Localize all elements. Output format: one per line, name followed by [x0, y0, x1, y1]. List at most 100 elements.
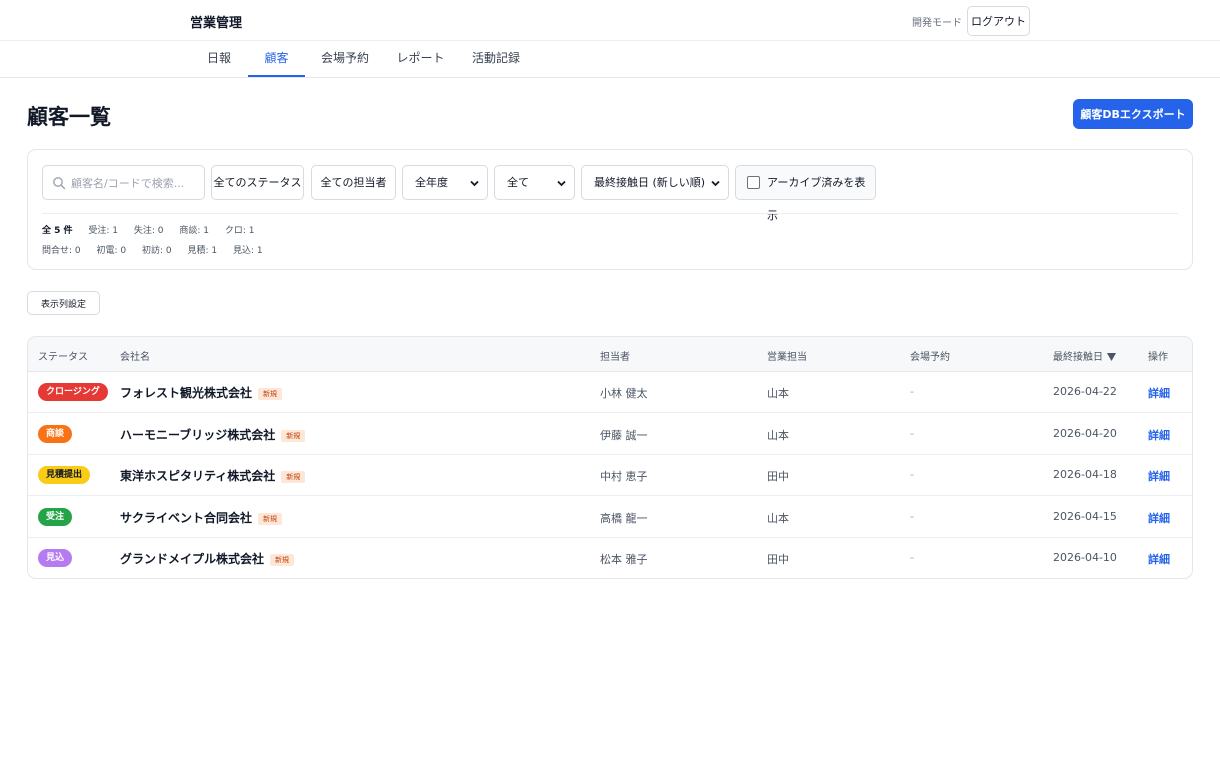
status-counts-row-2: 問合せ: 0 初電: 0 初訪: 0 見積: 1 見込: 1	[42, 243, 276, 256]
count-first-visit: 初訪: 0	[142, 246, 172, 256]
company-name-text: フォレスト観光株式会社	[120, 386, 252, 400]
header-last-contact-label: 最終接触日	[1053, 352, 1103, 363]
top-bar: 営業管理 開発モード ログアウト	[0, 0, 1220, 41]
venue-booking: -	[910, 551, 914, 564]
header-company: 会社名	[120, 348, 150, 363]
sales-rep: 山本	[767, 427, 789, 443]
new-tag: 新規	[258, 388, 282, 400]
count-negotiation: 商談: 1	[179, 226, 209, 236]
company-name-text: グランドメイプル株式会社	[120, 552, 264, 566]
filter-panel: 全てのステータス 全ての担当者 全年度 全て 最終接触日 (新しい順) アーカイ…	[27, 149, 1193, 270]
app-title: 営業管理	[190, 12, 242, 31]
search-icon	[52, 176, 66, 190]
last-contact-date: 2026-04-10	[1053, 551, 1117, 564]
header-venue: 会場予約	[910, 348, 950, 363]
new-tag: 新規	[258, 513, 282, 525]
scope-value: 全て	[507, 176, 529, 189]
header-actions: 操作	[1148, 348, 1168, 363]
new-tag: 新規	[281, 430, 305, 442]
company-name: フォレスト観光株式会社新規	[120, 384, 282, 401]
count-closing: クロ: 1	[225, 226, 255, 236]
table-row: 受注サクライベント合同会社新規高橋 龍一山本-2026-04-15詳細	[28, 497, 1193, 538]
contact-name: 小林 健太	[600, 385, 648, 401]
count-estimate: 見積: 1	[188, 246, 218, 256]
sales-rep: 田中	[767, 551, 789, 567]
detail-link[interactable]: 詳細	[1148, 551, 1170, 567]
logout-button[interactable]: ログアウト	[967, 6, 1030, 36]
chevron-down-icon	[711, 179, 720, 188]
venue-booking: -	[910, 468, 914, 481]
sales-rep: 山本	[767, 385, 789, 401]
sales-rep: 山本	[767, 510, 789, 526]
table-row: 見積提出 東洋ホスピタリティ株式会社新規 中村 恵子 田中 - 2026-04-18 詳細	[28, 455, 1193, 496]
table-header: ステータス 会社名 担当者 営業担当 会場予約 最終接触日 操作	[28, 337, 1193, 372]
search-box	[42, 165, 205, 200]
status-badge: クロージング	[38, 383, 108, 401]
company-name-text: ハーモニーブリッジ株式会社	[120, 428, 275, 442]
contact-name: 伊藤 誠一	[600, 427, 648, 443]
last-contact-date: 2026-04-22	[1053, 385, 1117, 398]
status-counts-row-1: 全 5 件 受注: 1 失注: 0 商談: 1 クロ: 1	[42, 223, 268, 236]
page-title: 顧客一覧	[27, 101, 111, 131]
contact-name: 松本 雅子	[600, 551, 648, 567]
contact-name: 中村 恵子	[600, 468, 648, 484]
tab-venue-booking[interactable]: 会場予約	[312, 41, 378, 77]
header-status: ステータス	[38, 348, 88, 363]
detail-link[interactable]: 詳細	[1148, 510, 1170, 526]
detail-link[interactable]: 詳細	[1148, 427, 1170, 443]
last-contact-date: 2026-04-20	[1053, 427, 1117, 440]
company-name-text: サクライベント合同会社	[120, 511, 252, 525]
detail-link[interactable]: 詳細	[1148, 385, 1170, 401]
count-lost: 失注: 0	[134, 226, 164, 236]
fiscal-year-select[interactable]: 全年度	[402, 165, 488, 200]
fiscal-year-value: 全年度	[415, 176, 448, 189]
last-contact-date: 2026-04-18	[1053, 468, 1117, 481]
status-badge: 受注	[38, 508, 72, 526]
status-badge: 商談	[38, 425, 72, 443]
status-filter-button[interactable]: 全てのステータス	[211, 165, 304, 200]
down-triangle-icon	[1107, 353, 1116, 361]
venue-booking: -	[910, 510, 914, 523]
export-db-button[interactable]: 顧客DBエクスポート	[1073, 99, 1193, 129]
dev-mode-label: 開発モード	[912, 14, 962, 29]
chevron-down-icon	[470, 179, 479, 188]
tab-reports[interactable]: レポート	[389, 41, 452, 77]
table-row: クロージングフォレスト観光株式会社新規 小林 健太 山本 - 2026-04-22 詳細	[28, 372, 1193, 413]
company-name: 東洋ホスピタリティ株式会社新規	[120, 467, 305, 484]
sort-value: 最終接触日 (新しい順)	[594, 176, 705, 189]
last-contact-date: 2026-04-15	[1053, 510, 1117, 523]
company-name: サクライベント合同会社新規	[120, 509, 282, 526]
count-prospect: 見込: 1	[233, 246, 263, 256]
main-nav: 日報 顧客 会場予約 レポート 活動記録	[0, 41, 1220, 78]
filter-divider	[42, 213, 1178, 214]
show-archived-checkbox[interactable]	[747, 176, 760, 189]
header-contact: 担当者	[600, 348, 630, 363]
new-tag: 新規	[281, 471, 305, 483]
count-first-call: 初電: 0	[97, 246, 127, 256]
scope-select[interactable]: 全て	[494, 165, 575, 200]
detail-link[interactable]: 詳細	[1148, 468, 1170, 484]
search-input[interactable]	[71, 173, 201, 193]
sort-select[interactable]: 最終接触日 (新しい順)	[581, 165, 729, 200]
show-archived-label: アーカイブ済みを表示	[767, 166, 875, 232]
owner-filter-button[interactable]: 全ての担当者	[311, 165, 396, 200]
count-inquiry: 問合せ: 0	[42, 246, 81, 256]
table-row: 商談ハーモニーブリッジ株式会社新規伊藤 誠一山本-2026-04-20詳細	[28, 414, 1193, 455]
company-name-text: 東洋ホスピタリティ株式会社	[120, 469, 275, 483]
customer-table: ステータス 会社名 担当者 営業担当 会場予約 最終接触日 操作 クロージングフ…	[27, 336, 1193, 579]
show-archived-toggle[interactable]: アーカイブ済みを表示	[735, 165, 876, 200]
column-settings-button[interactable]: 表示列設定	[27, 291, 100, 315]
company-name: グランドメイプル株式会社新規	[120, 550, 294, 567]
company-name: ハーモニーブリッジ株式会社新規	[120, 426, 305, 443]
tab-daily-report[interactable]: 日報	[196, 41, 242, 77]
header-sales-rep: 営業担当	[767, 348, 807, 363]
header-last-contact[interactable]: 最終接触日	[1053, 348, 1116, 363]
status-badge: 見積提出	[38, 466, 90, 484]
sales-rep: 田中	[767, 468, 789, 484]
tab-activity-log[interactable]: 活動記録	[462, 41, 530, 77]
total-count: 全 5 件	[42, 226, 73, 236]
tab-customers[interactable]: 顧客	[248, 41, 305, 77]
venue-booking: -	[910, 385, 914, 398]
count-won: 受注: 1	[88, 226, 118, 236]
new-tag: 新規	[270, 554, 294, 566]
